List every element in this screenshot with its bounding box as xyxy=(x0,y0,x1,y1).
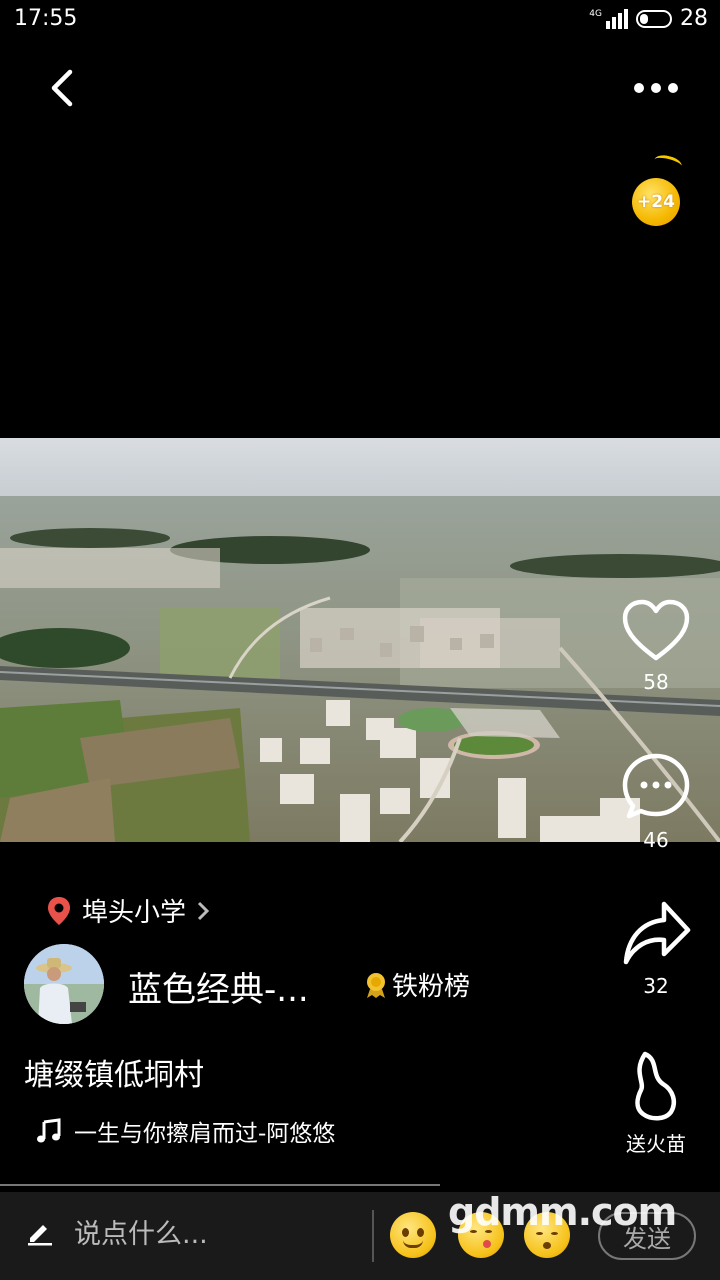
battery-level: 28 xyxy=(680,6,708,31)
smile-emoji-icon[interactable] xyxy=(390,1212,436,1258)
comment-input[interactable]: 说点什么... xyxy=(26,1212,208,1251)
back-chevron-icon[interactable] xyxy=(44,64,84,112)
pencil-icon xyxy=(28,1224,52,1245)
send-fire-button[interactable]: 送火苗 xyxy=(612,1050,700,1157)
more-dots-icon[interactable] xyxy=(626,74,686,102)
music-note-icon xyxy=(37,1118,61,1143)
coin-reward-badge[interactable]: +24 xyxy=(628,152,684,228)
location-name: 埠头小学 xyxy=(82,898,187,928)
author-name[interactable]: 蓝色经典-... xyxy=(128,962,309,1011)
bar-separator xyxy=(372,1210,374,1262)
watermark: gdmm.com xyxy=(448,1190,677,1234)
medal-icon xyxy=(367,972,385,998)
chevron-right-icon xyxy=(197,901,210,920)
share-arrow-icon xyxy=(623,901,691,965)
flame-icon xyxy=(635,1051,676,1121)
share-button[interactable]: 32 xyxy=(612,898,700,998)
progress-arc xyxy=(652,152,684,174)
comment-bubble-icon xyxy=(622,753,690,819)
fire-label: 送火苗 xyxy=(626,1132,686,1156)
comment-placeholder: 说点什么... xyxy=(74,1219,208,1250)
status-time: 17:55 xyxy=(14,6,78,31)
status-right: 4G 28 xyxy=(589,6,708,31)
divider xyxy=(0,1184,440,1186)
battery-icon xyxy=(636,9,672,28)
coin-icon: +24 xyxy=(632,178,680,226)
heart-icon xyxy=(622,599,690,661)
comment-count: 46 xyxy=(643,828,669,852)
author-avatar[interactable] xyxy=(24,944,104,1024)
music-title: 一生与你擦肩而过-阿悠悠 xyxy=(74,1121,336,1147)
location-pin-icon xyxy=(48,896,70,925)
coin-label: +24 xyxy=(637,192,675,212)
status-bar: 17:55 4G 28 xyxy=(0,0,720,40)
signal-icon: 4G xyxy=(589,8,628,29)
comment-button[interactable]: 46 xyxy=(612,752,700,852)
like-button[interactable]: 58 xyxy=(612,598,700,694)
network-type: 4G xyxy=(589,8,602,19)
post-description: 塘缀镇低垌村 xyxy=(24,1058,204,1093)
like-count: 58 xyxy=(643,670,669,694)
fans-board-link[interactable]: 铁粉榜 xyxy=(364,966,470,1003)
location-tag[interactable]: 埠头小学 xyxy=(46,892,210,929)
fans-board-label: 铁粉榜 xyxy=(392,972,471,1002)
music-tag[interactable]: 一生与你擦肩而过-阿悠悠 xyxy=(36,1114,335,1148)
share-count: 32 xyxy=(643,974,669,998)
